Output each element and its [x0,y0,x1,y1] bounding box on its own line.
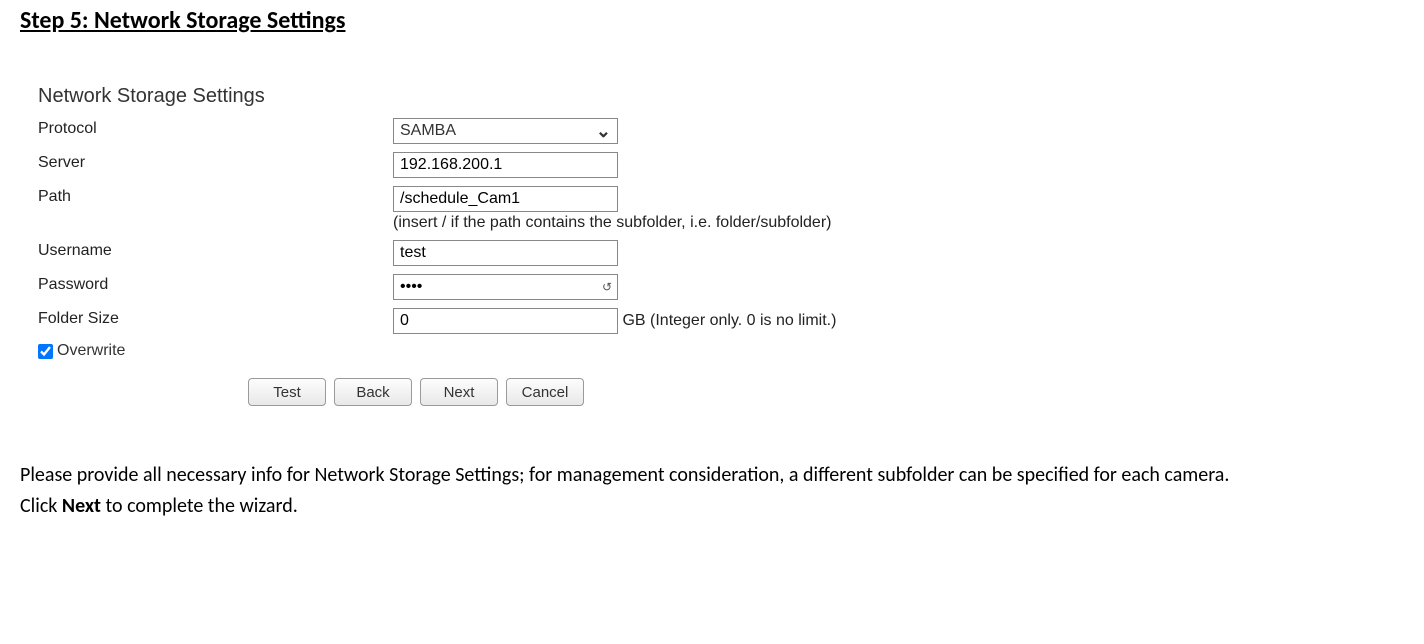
next-button[interactable]: Next [420,378,498,406]
cancel-button[interactable]: Cancel [506,378,584,406]
overwrite-label: Overwrite [57,342,125,360]
step-title: Step 5: Network Storage Settings [20,6,1404,35]
button-row: Test Back Next Cancel [248,378,1404,406]
protocol-value: SAMBA [400,122,456,140]
path-input[interactable] [393,186,618,212]
back-button[interactable]: Back [334,378,412,406]
username-input[interactable] [393,240,618,266]
password-input[interactable] [393,274,618,300]
folder-size-hint: GB (Integer only. 0 is no limit.) [622,312,836,329]
protocol-label: Protocol [38,118,393,138]
protocol-select[interactable]: SAMBA ⌄ [393,118,618,144]
instructions-line2-prefix: Click [20,494,62,518]
path-hint: (insert / if the path contains the subfo… [393,214,1404,232]
password-label: Password [38,274,393,294]
path-label: Path [38,186,393,206]
instructions-line2-bold: Next [62,494,101,518]
instructions-line2-suffix: to complete the wizard. [101,494,298,518]
test-button[interactable]: Test [248,378,326,406]
folder-size-input[interactable] [393,308,618,334]
overwrite-checkbox[interactable] [38,344,53,359]
username-label: Username [38,240,393,260]
folder-size-label: Folder Size [38,308,393,328]
panel-title: Network Storage Settings [38,85,1404,108]
server-input[interactable] [393,152,618,178]
settings-form: Network Storage Settings Protocol SAMBA … [38,85,1404,406]
instructions-line1: Please provide all necessary info for Ne… [20,460,1400,491]
instructions: Please provide all necessary info for Ne… [20,460,1400,522]
reveal-password-icon[interactable]: ↺ [602,280,612,294]
instructions-line2: Click Next to complete the wizard. [20,491,1400,522]
chevron-down-icon: ⌄ [596,122,611,140]
server-label: Server [38,152,393,172]
